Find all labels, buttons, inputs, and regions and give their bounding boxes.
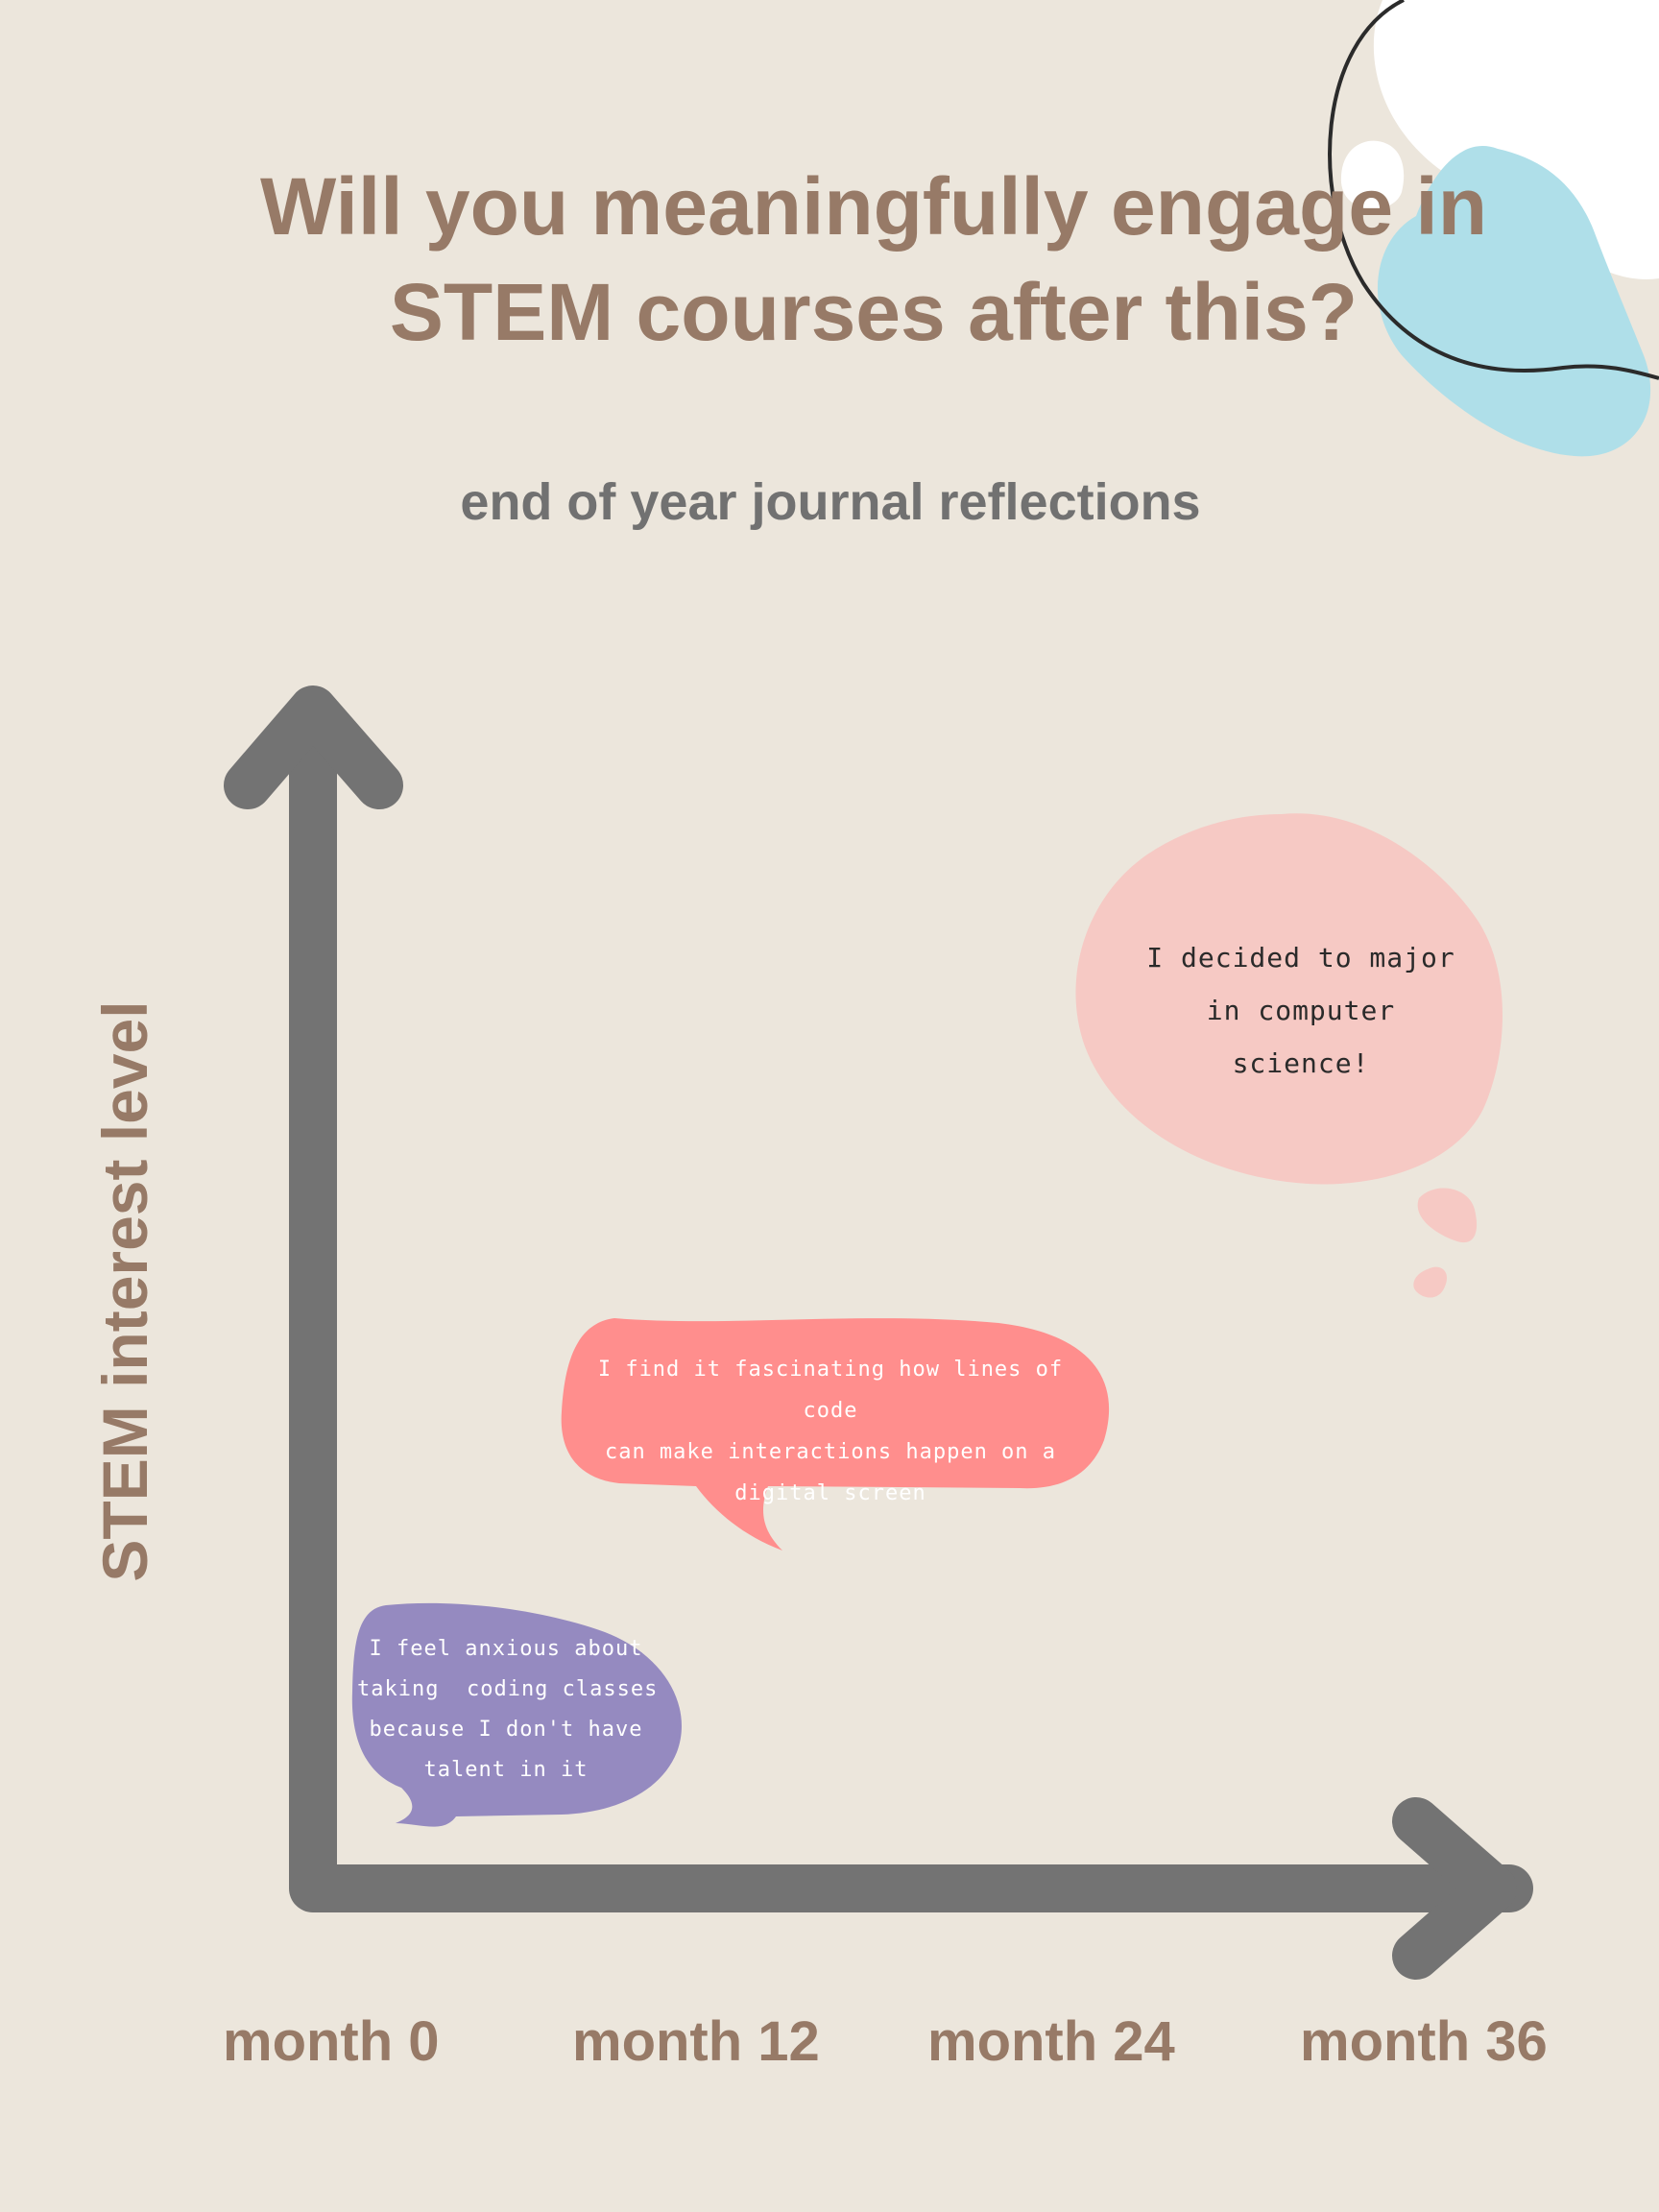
x-tick-month-24: month 24 xyxy=(927,2010,1175,2073)
bubble-coral-text: I find it fascinating how lines of code … xyxy=(576,1349,1085,1514)
bubble-pink-text: I decided to major in computer science! xyxy=(1133,931,1469,1090)
bubble-purple-text: I feel anxious about taking coding class… xyxy=(357,1629,659,1791)
bubble-coral-line-3: digital screen xyxy=(734,1481,926,1505)
infographic-page: Will you meaningfully engage in STEM cou… xyxy=(0,0,1659,2212)
thought-dot-small xyxy=(1413,1266,1448,1298)
bubble-purple-line-1: I feel anxious about xyxy=(369,1637,643,1661)
bubble-pink-line-1: I decided to major xyxy=(1146,942,1455,974)
bubble-pink-line-3: science! xyxy=(1232,1047,1370,1079)
bubble-purple-line-4: talent in it xyxy=(423,1758,589,1782)
bubble-pink-line-2: in computer xyxy=(1206,995,1396,1026)
bubble-coral-line-2: can make interactions happen on a xyxy=(604,1440,1057,1464)
interest-chart xyxy=(224,685,1533,1980)
bubble-purple-line-2: taking coding classes xyxy=(357,1677,659,1701)
bubble-coral-line-1: I find it fascinating how lines of code xyxy=(597,1358,1064,1423)
thought-dot-large xyxy=(1417,1188,1478,1243)
x-tick-month-36: month 36 xyxy=(1300,2010,1548,2073)
bubble-purple-line-3: because I don't have xyxy=(369,1718,643,1742)
x-tick-month-0: month 0 xyxy=(223,2010,440,2073)
x-tick-month-12: month 12 xyxy=(572,2010,820,2073)
